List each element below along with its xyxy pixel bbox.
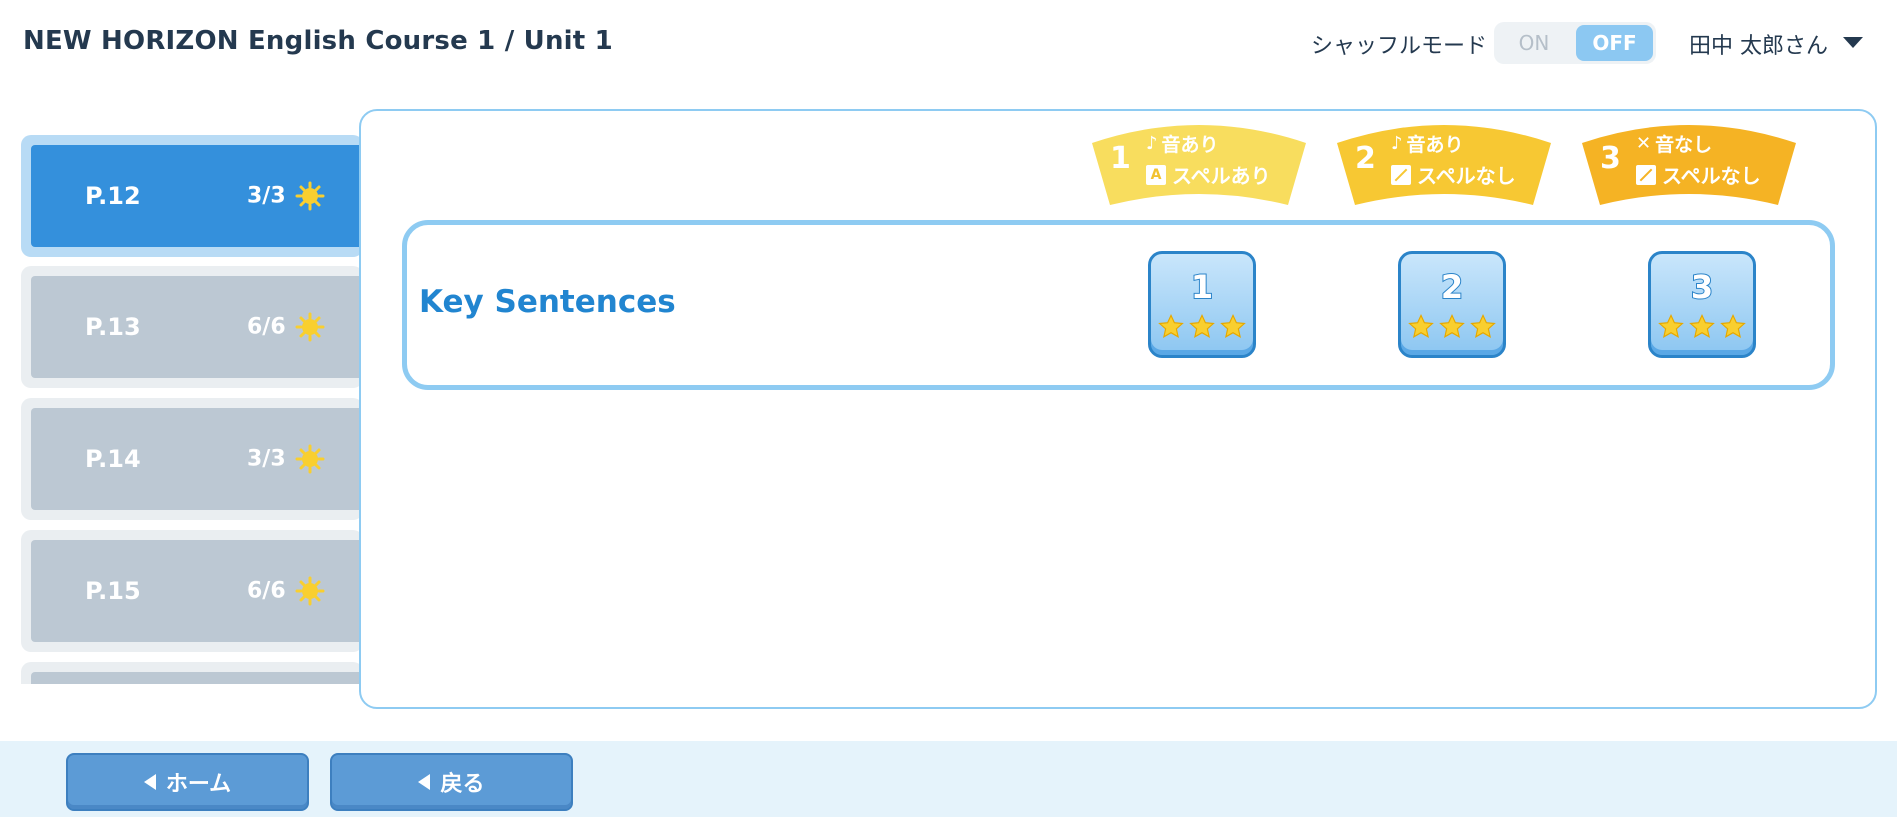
page-number: P.12 (85, 182, 141, 210)
page-item-partial[interactable] (21, 662, 363, 684)
spell-row: スペルなし (1391, 160, 1516, 189)
star-icon (1720, 313, 1746, 338)
page-item-p13[interactable]: P.13 6/6 (21, 266, 363, 388)
triangle-left-icon (418, 774, 431, 790)
shuffle-toggle[interactable]: ON OFF (1494, 22, 1656, 64)
sun-star-icon (295, 312, 325, 342)
sound-row: ♪ 音あり (1146, 130, 1219, 157)
muted-note-icon: ✕ (1636, 133, 1652, 154)
level-1-button[interactable]: 1 (1148, 251, 1256, 358)
music-note-icon: ♪ (1391, 133, 1403, 154)
page-number: P.14 (85, 445, 141, 473)
page-item-p15[interactable]: P.15 6/6 (21, 530, 363, 652)
star-icon (1189, 313, 1215, 338)
page-score: 3/3 (247, 183, 286, 209)
page-number: P.15 (85, 577, 141, 605)
star-rating (1657, 313, 1747, 341)
home-button[interactable]: ホーム (66, 753, 309, 811)
button-number: 2 (1440, 267, 1464, 307)
page-list: P.12 3/3 P.13 6/6 P.14 3/3 P.15 6/6 (21, 135, 363, 684)
no-letter-icon (1636, 164, 1656, 185)
spell-label: スペルなし (1417, 164, 1516, 188)
level-tab-1[interactable]: 1 ♪ 音あり A スペルあり (1090, 121, 1308, 207)
page-score: 6/6 (247, 314, 286, 340)
triangle-left-icon (143, 774, 156, 790)
star-icon (1408, 313, 1434, 338)
no-letter-icon (1391, 164, 1411, 185)
star-icon (1470, 313, 1496, 338)
star-rating (1407, 313, 1497, 341)
sound-row: ♪ 音あり (1391, 130, 1464, 157)
star-icon (1658, 313, 1684, 338)
star-icon (1220, 313, 1246, 338)
home-button-label: ホーム (165, 772, 232, 797)
spell-label: スペルあり (1172, 164, 1271, 188)
sound-label: 音なし (1655, 134, 1713, 156)
page-item-body (31, 672, 363, 684)
shuffle-mode-label: シャッフルモード (1311, 34, 1488, 59)
music-note-icon: ♪ (1146, 133, 1158, 154)
page-title: NEW HORIZON English Course 1 / Unit 1 (23, 26, 613, 56)
level-number: 3 (1600, 141, 1621, 176)
sun-star-icon (295, 576, 325, 606)
spell-label: スペルなし (1662, 164, 1761, 188)
level-tab-3[interactable]: 3 ✕ 音なし スペルなし (1580, 121, 1798, 207)
sun-star-icon (295, 181, 325, 211)
page-item-p14[interactable]: P.14 3/3 (21, 398, 363, 520)
sound-label: 音あり (1161, 134, 1219, 156)
button-number: 1 (1190, 267, 1214, 307)
toggle-off-option[interactable]: OFF (1576, 25, 1653, 61)
page-item-body: P.13 6/6 (31, 276, 363, 378)
page-score: 6/6 (247, 578, 286, 604)
caret-down-icon[interactable] (1843, 37, 1863, 48)
user-name[interactable]: 田中 太郎さん (1689, 28, 1828, 60)
page-score: 3/3 (247, 446, 286, 472)
page-item-body: P.12 3/3 (31, 145, 363, 247)
back-button-label: 戻る (440, 772, 485, 797)
section-label: Key Sentences (419, 284, 676, 320)
page-item-body: P.14 3/3 (31, 408, 363, 510)
level-2-button[interactable]: 2 (1398, 251, 1506, 358)
back-button[interactable]: 戻る (330, 753, 573, 811)
level-number: 1 (1110, 141, 1131, 176)
level-3-button[interactable]: 3 (1648, 251, 1756, 358)
star-icon (1439, 313, 1465, 338)
level-number: 2 (1355, 141, 1376, 176)
level-tab-2[interactable]: 2 ♪ 音あり スペルなし (1335, 121, 1553, 207)
star-rating (1157, 313, 1247, 341)
page-number: P.13 (85, 313, 141, 341)
sound-label: 音あり (1406, 134, 1464, 156)
letter-a-icon: A (1146, 164, 1166, 185)
star-icon (1689, 313, 1715, 338)
sun-star-icon (295, 444, 325, 474)
star-icon (1158, 313, 1184, 338)
button-number: 3 (1690, 267, 1714, 307)
sound-row: ✕ 音なし (1636, 130, 1712, 157)
page-item-p12[interactable]: P.12 3/3 (21, 135, 363, 257)
spell-row: スペルなし (1636, 160, 1761, 189)
header: NEW HORIZON English Course 1 / Unit 1 シャ… (0, 0, 1897, 86)
toggle-on-option[interactable]: ON (1494, 22, 1574, 64)
page-item-body: P.15 6/6 (31, 540, 363, 642)
spell-row: A スペルあり (1146, 160, 1271, 189)
